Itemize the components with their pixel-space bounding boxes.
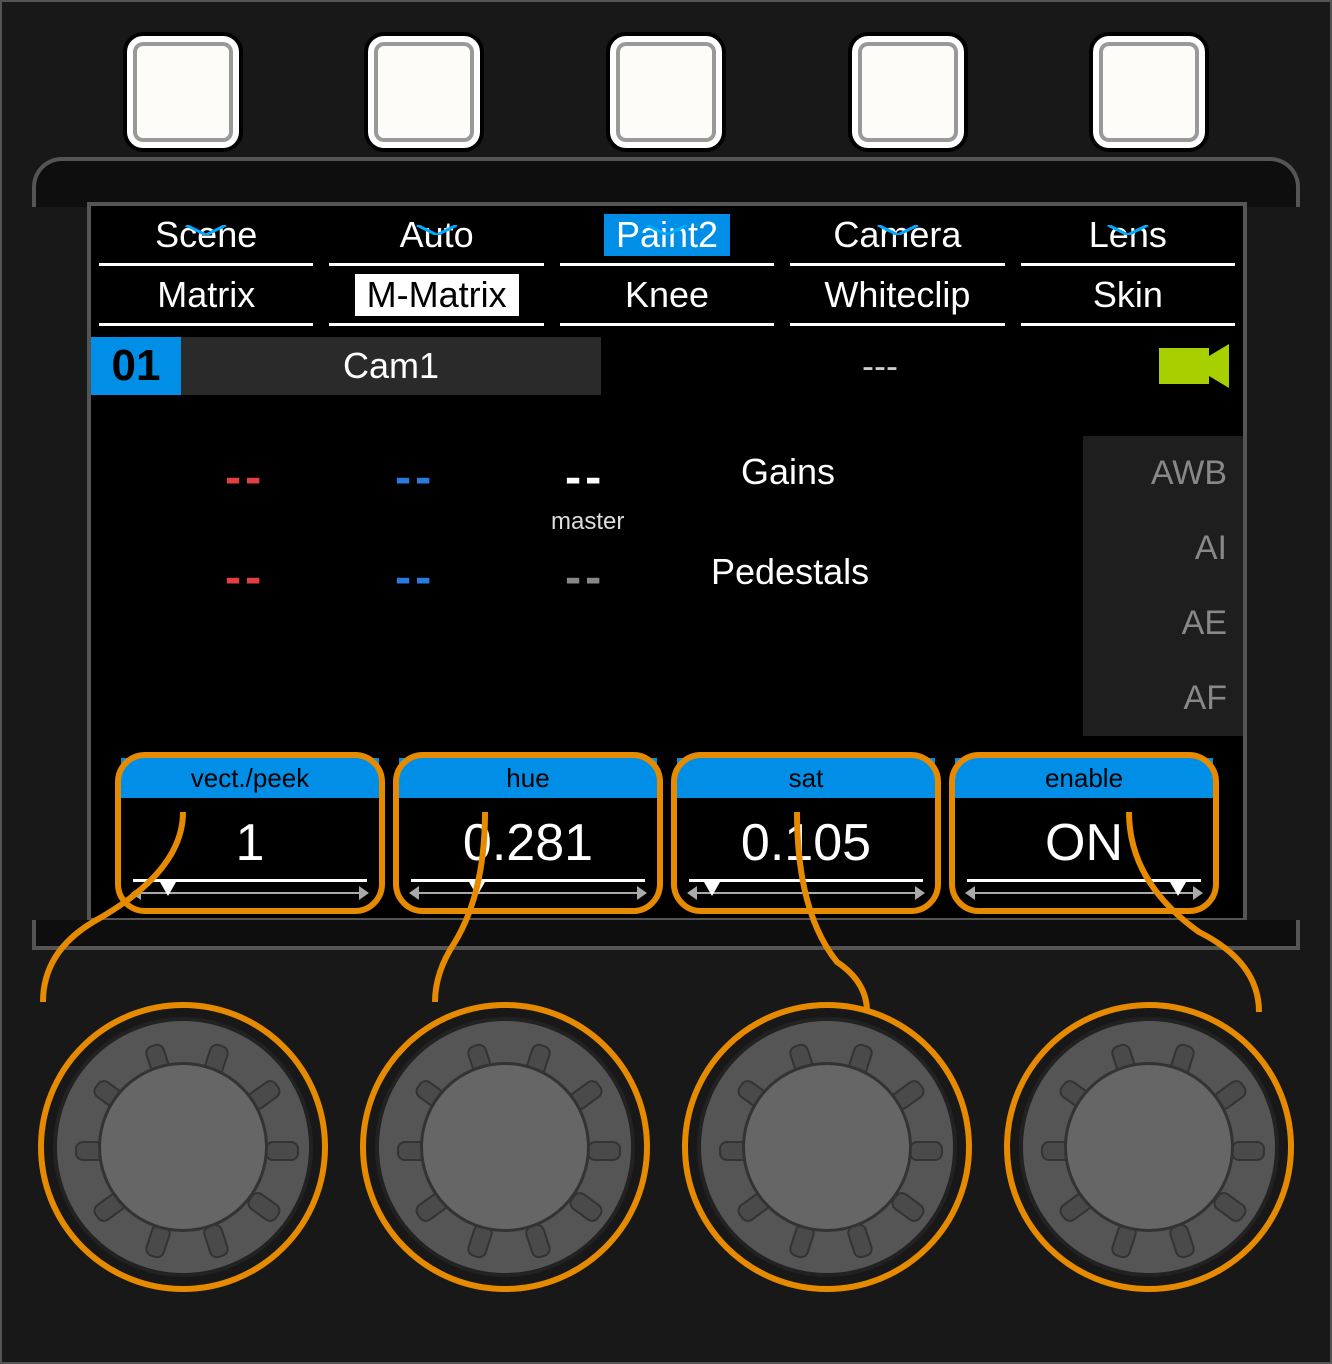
tab-camera[interactable]: Camera (790, 206, 1004, 266)
ped-blue: -- (391, 556, 431, 602)
tab-whiteclip[interactable]: Whiteclip (790, 266, 1004, 326)
side-func-ae[interactable]: AE (1182, 604, 1227, 643)
encoder-title-3: sat (677, 758, 935, 798)
encoder-title-2: hue (399, 758, 657, 798)
side-func-ai[interactable]: AI (1195, 529, 1227, 568)
tab-lens[interactable]: Lens (1021, 206, 1235, 266)
gains-label: Gains (741, 451, 835, 493)
tab-paint2[interactable]: Paint2 (560, 206, 774, 266)
camera-name[interactable]: Cam1 (181, 337, 601, 395)
tab-matrix[interactable]: Matrix (99, 266, 313, 326)
status-row: 01 Cam1 --- (91, 336, 1243, 396)
connector-line-3 (677, 812, 977, 1012)
hw-button-4[interactable] (848, 32, 968, 152)
knob-body-4[interactable] (1019, 1017, 1279, 1277)
side-func-af[interactable]: AF (1184, 679, 1227, 718)
knob-4[interactable] (999, 952, 1299, 1292)
tab-auto[interactable]: Auto (329, 206, 543, 266)
encoder-title-1: vect./peek (121, 758, 379, 798)
master-label: master (551, 508, 624, 536)
side-func-awb[interactable]: AWB (1151, 454, 1227, 493)
knob-2[interactable] (355, 952, 655, 1292)
tabs-bottom: Matrix M-Matrix Knee Whiteclip Skin (91, 266, 1243, 326)
knob-1[interactable] (33, 952, 333, 1292)
knob-body-3[interactable] (697, 1017, 957, 1277)
hw-button-1[interactable] (123, 32, 243, 152)
gains-master: -- (561, 456, 601, 502)
gains-blue: -- (391, 456, 431, 502)
tab-skin[interactable]: Skin (1021, 266, 1235, 326)
tabs-top: Scene Auto Paint2 Camera Lens (91, 206, 1243, 266)
connector-line-4 (999, 812, 1299, 1012)
tab-m-matrix[interactable]: M-Matrix (329, 266, 543, 326)
camera-aux: --- (601, 345, 1159, 387)
side-functions: AWB AI AE AF (1083, 436, 1243, 736)
pedestals-label: Pedestals (711, 551, 869, 593)
bezel-top (32, 157, 1300, 207)
tab-knee[interactable]: Knee (560, 266, 774, 326)
ped-red: -- (221, 556, 261, 602)
hw-button-3[interactable] (606, 32, 726, 152)
knob-body-1[interactable] (53, 1017, 313, 1277)
hw-button-5[interactable] (1089, 32, 1209, 152)
rcp-panel: Scene Auto Paint2 Camera Lens Matrix M-Matrix… (0, 0, 1332, 1364)
hw-top-row (2, 32, 1330, 152)
knob-3[interactable] (677, 952, 977, 1292)
mid-area: -- -- -- master -- -- -- Gains Pedestals… (91, 396, 1243, 716)
encoder-title-4: enable (955, 758, 1213, 798)
camera-icon (1159, 344, 1229, 388)
connector-line-1 (33, 812, 333, 1012)
knob-body-2[interactable] (375, 1017, 635, 1277)
tab-scene[interactable]: Scene (99, 206, 313, 266)
knobs-row (2, 952, 1330, 1332)
hw-button-2[interactable] (364, 32, 484, 152)
connector-line-2 (355, 812, 655, 1012)
gains-red: -- (221, 456, 261, 502)
camera-number[interactable]: 01 (91, 337, 181, 395)
ped-master: -- (561, 556, 601, 602)
